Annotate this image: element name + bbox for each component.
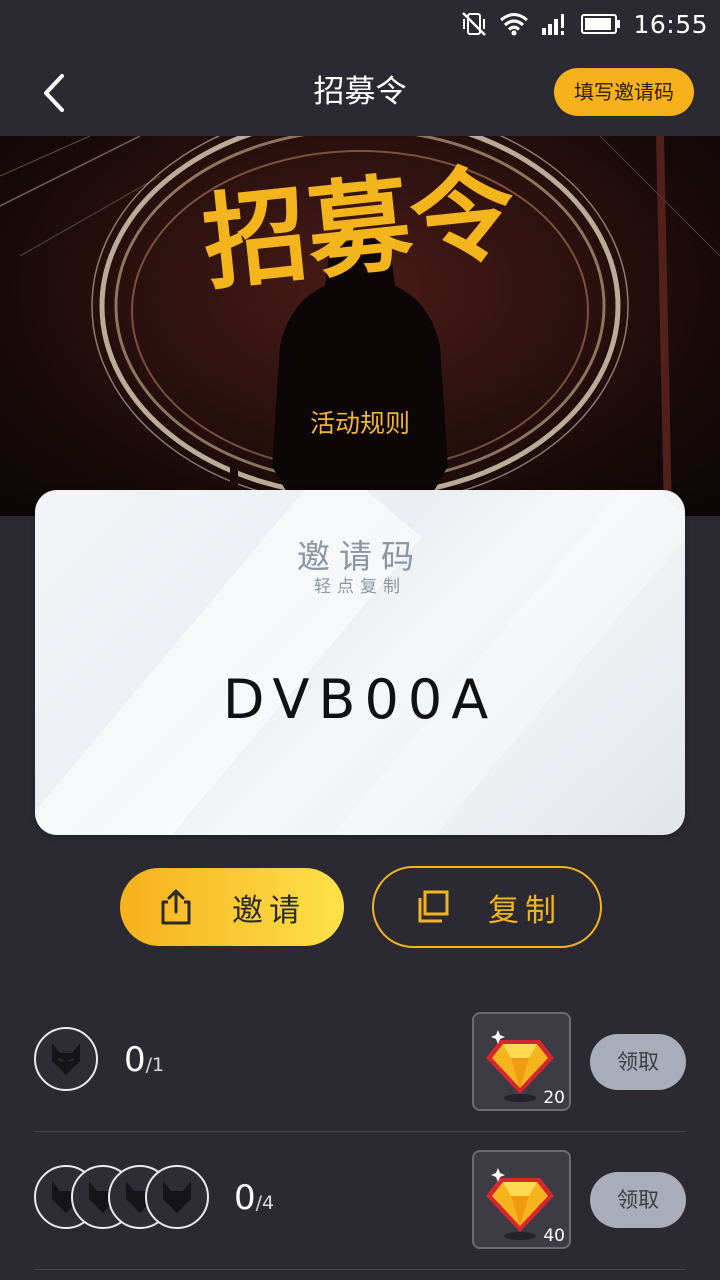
invite-code-title: 邀请码: [297, 537, 423, 576]
copy-icon: [418, 890, 449, 923]
copy-button-label: 复制: [488, 892, 562, 929]
activity-rules-link[interactable]: 活动规则: [0, 404, 720, 440]
invite-code-value: DVB00A: [222, 668, 498, 731]
gem-amount: 40: [543, 1226, 565, 1246]
invite-progress: 0/4: [234, 1178, 275, 1218]
claim-button[interactable]: 领取: [590, 1172, 686, 1228]
invite-progress: 0/1: [124, 1040, 165, 1080]
invitee-avatar-placeholder: [34, 1027, 98, 1091]
banner-art: 招募令: [0, 136, 720, 516]
gem-amount: 20: [543, 1088, 565, 1108]
reward-gem-box: 40: [472, 1150, 571, 1249]
invite-code-card[interactable]: 邀请码 轻点复制 DVB00A: [35, 490, 685, 835]
recruit-page: 16:55 招募令 填写邀请码 招募令 活动规则 邀请码 轻点复制 DVB00A…: [0, 0, 720, 1280]
signal-icon: [541, 12, 569, 36]
invite-button-label: 邀请: [232, 892, 306, 929]
invite-button[interactable]: 邀请: [120, 868, 344, 946]
recruit-banner: 招募令 活动规则: [0, 136, 720, 516]
tap-to-copy-hint: 轻点复制: [314, 577, 406, 597]
reward-gem-box: 20: [472, 1012, 571, 1111]
vibrate-off-icon: [461, 11, 487, 37]
reward-row: 0/4 40 领取: [34, 1132, 686, 1270]
battery-icon: [581, 13, 621, 35]
nav-bar: 招募令 填写邀请码: [0, 48, 720, 136]
copy-button[interactable]: 复制: [372, 866, 602, 948]
clock: 16:55: [633, 9, 708, 39]
share-icon: [161, 889, 191, 925]
status-bar: 16:55: [0, 0, 720, 48]
wifi-icon: [499, 12, 529, 36]
row-divider: [34, 1269, 686, 1270]
invitee-avatar-placeholder: [145, 1165, 209, 1229]
enter-invite-code-button[interactable]: 填写邀请码: [554, 68, 694, 116]
back-button[interactable]: [30, 68, 80, 118]
wolf-mask-icon: [52, 1043, 80, 1075]
claim-button[interactable]: 领取: [590, 1034, 686, 1090]
wolf-mask-icon: [163, 1181, 191, 1213]
reward-row: 0/1 20 领取: [34, 994, 686, 1132]
chevron-left-icon: [44, 74, 64, 112]
